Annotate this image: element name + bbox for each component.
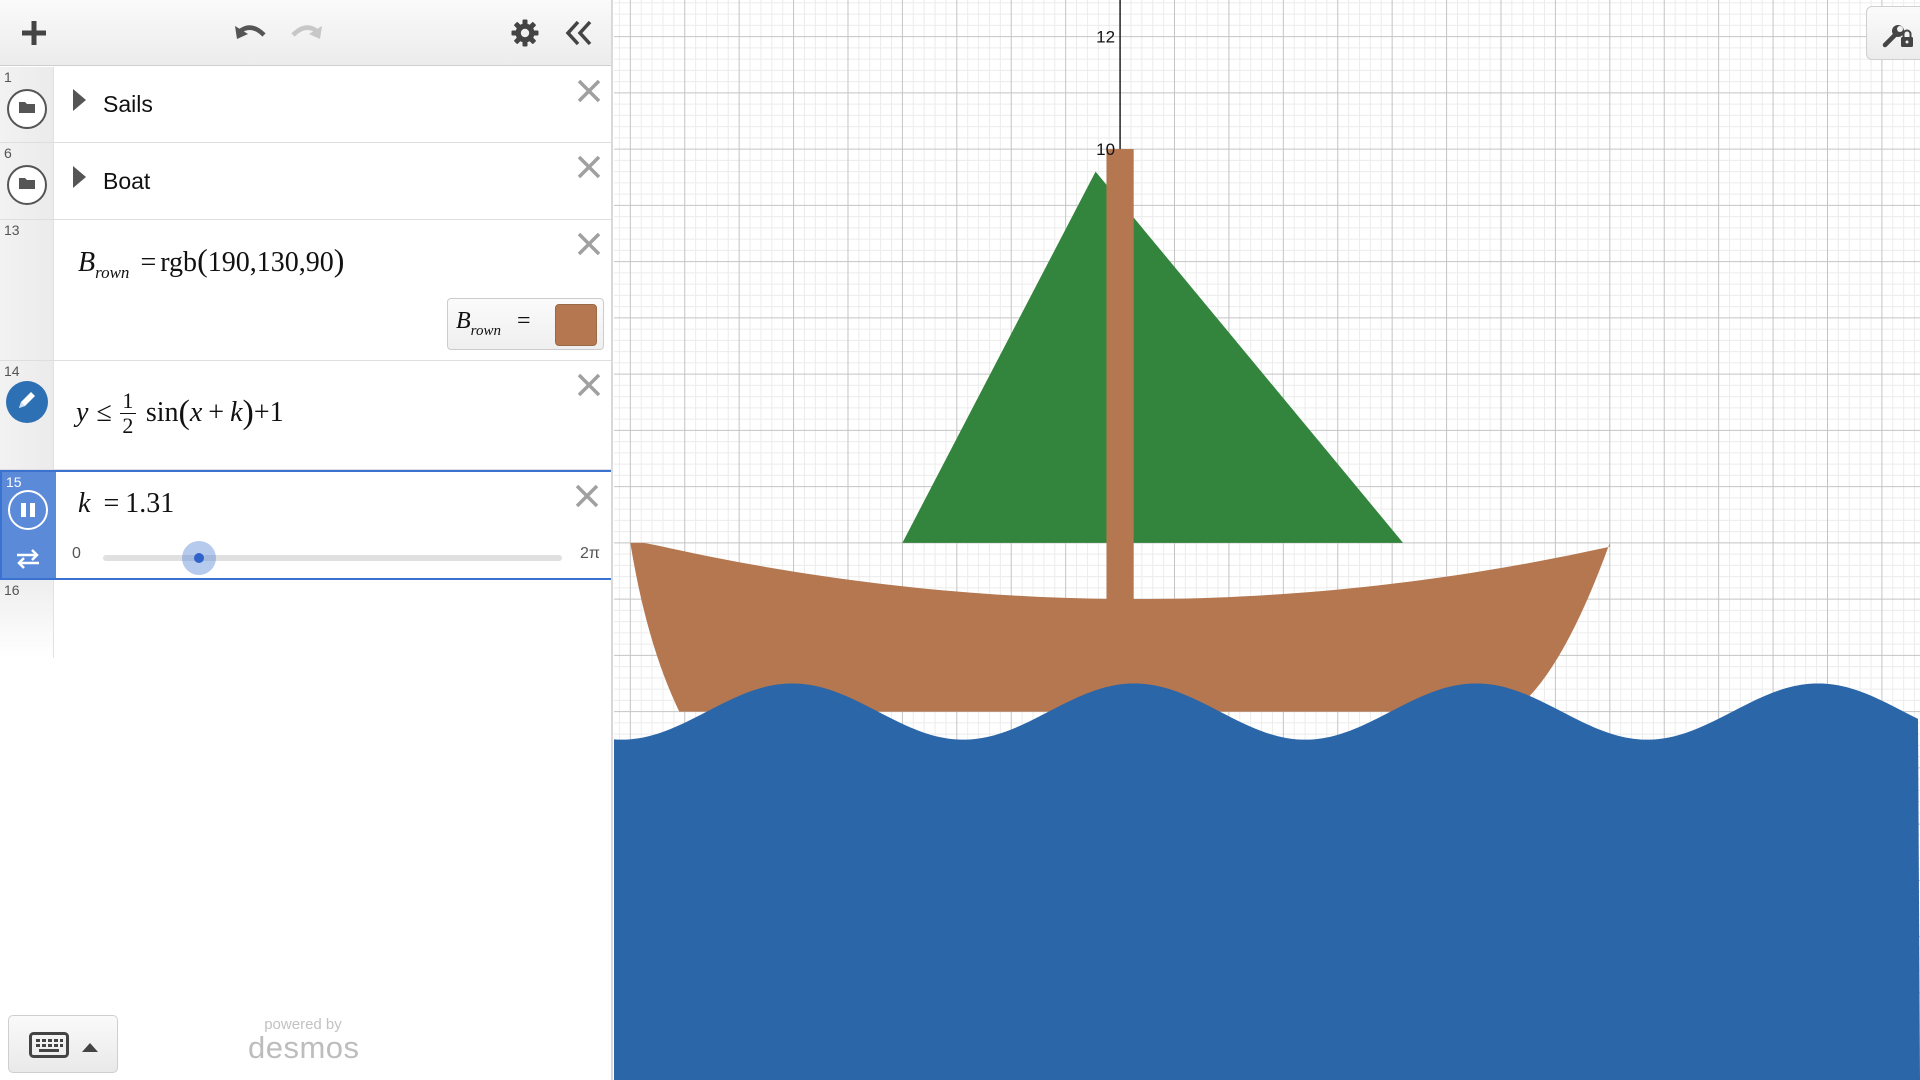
graph-settings-button[interactable] [1866,6,1920,60]
plus-icon [19,18,49,48]
close-icon [576,78,602,109]
color-output: Brown = [447,298,604,350]
expression-tail: +1 [253,397,284,428]
undo-button[interactable] [228,10,274,56]
redo-button[interactable] [283,10,329,56]
slider-max-label[interactable]: 2π [580,545,600,563]
expression-index: 15 [6,474,22,490]
desmos-logo-text: desmos [248,1030,360,1065]
delete-expression-button[interactable] [573,77,605,109]
settings-button[interactable] [502,10,548,56]
folder-title[interactable]: Sails [103,91,153,118]
variable-subscript: rown [95,263,130,282]
expression-gutter: 6 [0,143,54,219]
argument-x: x [189,397,203,428]
expression-math[interactable]: y ≤ 1 2 sin(x + k) +1 [76,383,284,443]
double-chevron-left-icon [564,18,594,48]
expression-gutter: 13 [0,220,54,360]
desmos-app: 1 Sails 6 Boat 13 Brown = rgb(190,130,90… [0,0,1920,1080]
close-icon [576,154,602,185]
equals-sign: = [103,488,120,519]
y-tick-label-10: 10 [1096,140,1115,159]
expression-empty-input[interactable]: 16 [0,580,611,658]
close-icon [576,231,602,262]
graph-canvas[interactable]: 12 10 [614,0,1920,1080]
expression-toolbar [0,0,611,66]
argument-k: k [230,397,243,428]
slider-min-label[interactable]: 0 [72,545,81,563]
folder-toggle-button[interactable] [7,89,47,129]
output-equals: = [516,308,531,334]
function-name: rgb [160,247,198,278]
expression-index: 13 [4,222,20,238]
fraction-denominator: 2 [122,412,134,438]
keyboard-toggle-button[interactable] [8,1015,118,1073]
expression-gutter: 15 [2,472,56,578]
redo-icon [288,18,324,48]
powered-by-desmos[interactable]: powered by desmos [248,1017,360,1065]
boat-mast [1106,149,1134,600]
expression-color-definition[interactable]: 13 Brown = rgb(190,130,90) Brown = [0,220,611,361]
slider-track[interactable] [103,541,562,575]
fraction-numerator: 1 [122,387,134,413]
folder-expand-caret[interactable] [73,166,86,188]
undo-icon [233,18,269,48]
expression-slider[interactable]: 15 k = 1.31 0 2π [0,470,611,580]
folder-boat[interactable]: 6 Boat [0,143,611,220]
expression-inequality[interactable]: 14 y ≤ 1 2 sin(x + k) +1 [0,361,611,470]
equals-sign: = [140,247,157,278]
delete-expression-button[interactable] [573,371,605,403]
graph-paper[interactable]: 12 10 [614,0,1920,1080]
y-tick-label-12: 12 [1096,28,1115,47]
pencil-icon [15,388,39,417]
folder-toggle-button[interactable] [7,165,47,205]
collapse-panel-button[interactable] [556,10,602,56]
expression-gutter: 1 [0,67,54,142]
slider-value: 1.31 [125,488,175,519]
expression-panel: 1 Sails 6 Boat 13 Brown = rgb(190,130,90… [0,0,613,1080]
loop-icon [15,549,41,574]
function-arguments: 190,130,90 [207,247,334,278]
folder-sails[interactable]: 1 Sails [0,67,611,143]
expression-gutter: 14 [0,361,54,469]
add-item-button[interactable] [11,10,57,56]
fraction: 1 2 [119,387,136,438]
expression-index: 1 [4,69,12,85]
slider-variable: k [78,488,91,519]
pause-icon [19,503,37,517]
folder-icon [18,176,36,195]
loop-mode-button[interactable] [15,548,41,575]
folder-icon [18,100,36,119]
water-waves [614,683,1920,1080]
function-name: sin [145,397,179,428]
output-variable-name: B [456,308,471,334]
delete-expression-button[interactable] [573,153,605,185]
folder-title[interactable]: Boat [103,168,150,195]
wrench-lock-icon [1881,19,1917,56]
expression-index: 14 [4,363,20,379]
inequality-lhs: y [76,397,89,428]
expression-index: 16 [4,582,20,598]
expression-index: 6 [4,145,12,161]
variable-name: B [78,247,96,278]
output-variable-subscript: rown [470,323,501,339]
pause-animation-button[interactable] [8,490,48,530]
delete-expression-button[interactable] [571,482,603,514]
close-icon [574,483,600,514]
gear-icon [510,18,540,48]
expression-math[interactable]: k = 1.31 [78,488,174,520]
expression-gutter: 16 [0,580,54,658]
keyboard-icon [29,1032,69,1063]
color-swatch [555,304,597,346]
argument-plus: + [208,397,225,428]
close-icon [576,372,602,403]
graph-style-button[interactable] [6,381,48,423]
expression-math[interactable]: Brown = rgb(190,130,90) [78,242,344,283]
delete-expression-button[interactable] [573,230,605,262]
slider-handle[interactable] [181,541,216,575]
caret-up-icon [81,1040,99,1058]
folder-expand-caret[interactable] [73,89,86,111]
inequality-operator: ≤ [96,397,112,428]
